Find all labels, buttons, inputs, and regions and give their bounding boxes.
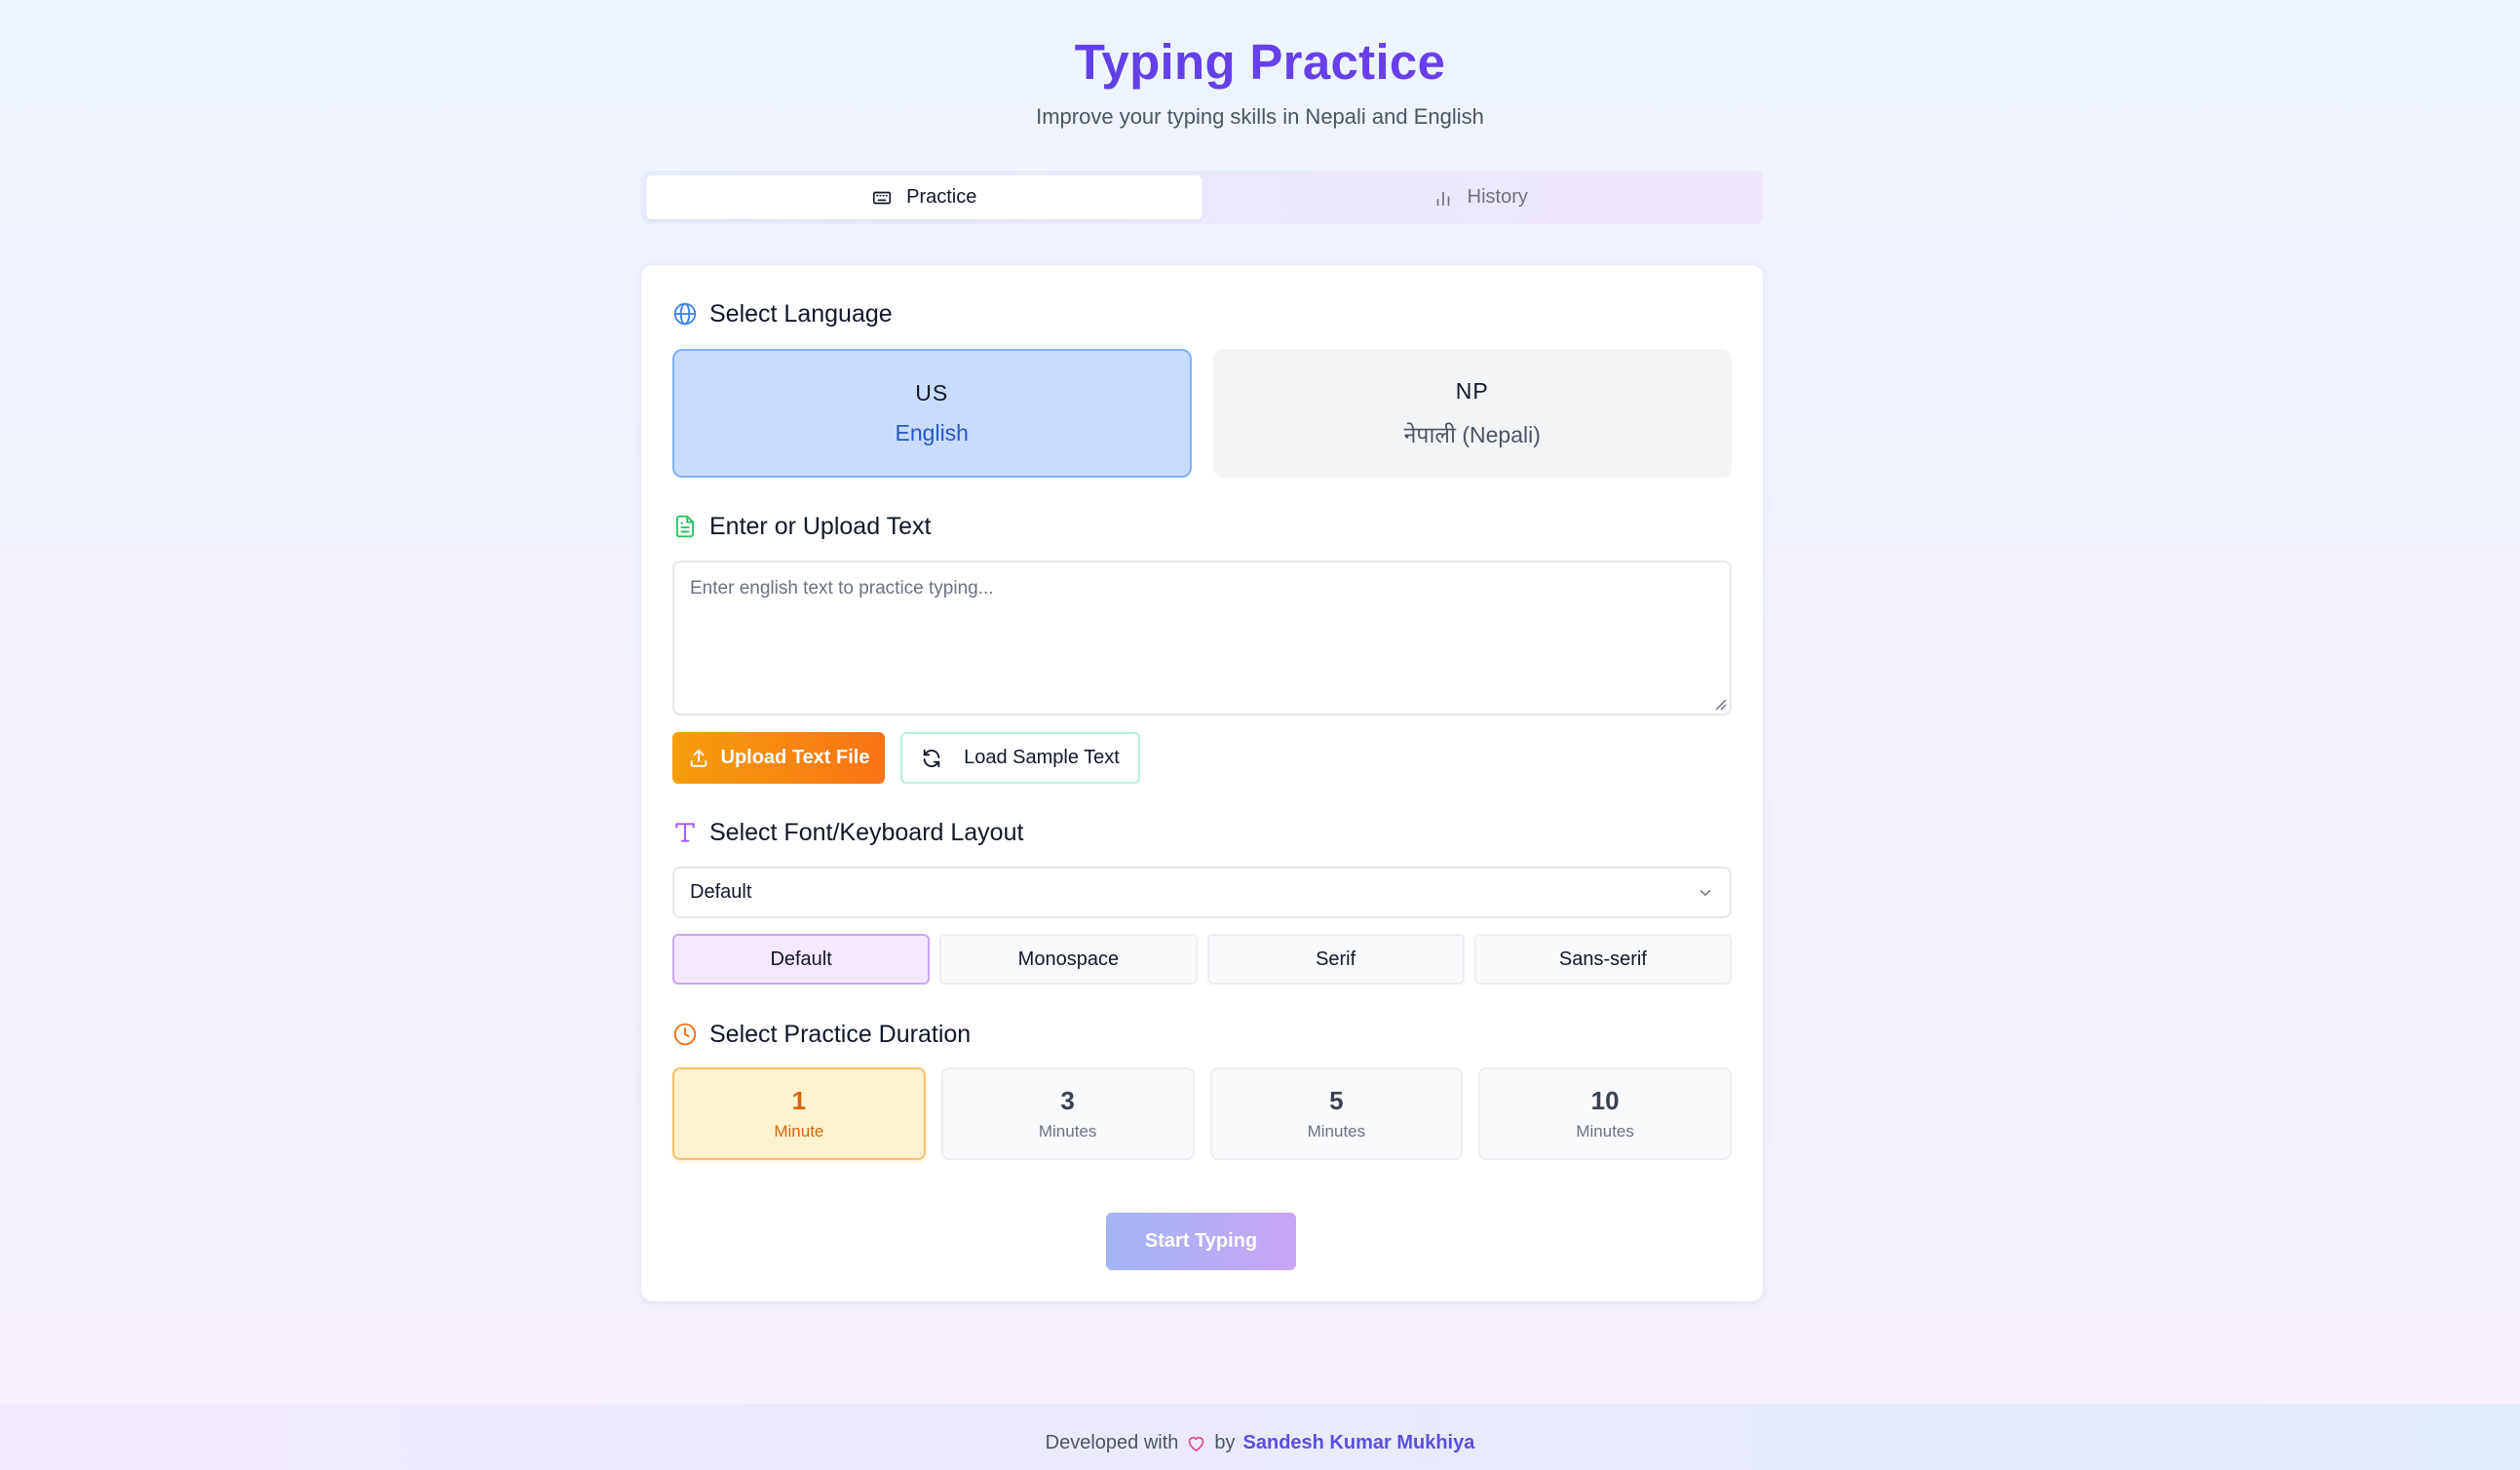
bar-chart-icon	[1436, 191, 1449, 206]
tab-history[interactable]: History	[1203, 175, 1759, 219]
font-option-sans-serif[interactable]: Sans-serif	[1473, 934, 1732, 985]
font-title-text: Select Font/Keyboard Layout	[709, 818, 1024, 846]
resize-grip-icon[interactable]	[1713, 697, 1727, 711]
duration-option-1[interactable]: 1 Minute	[672, 1067, 926, 1160]
globe-icon	[673, 302, 697, 326]
language-code: US	[915, 380, 949, 406]
footer: Developed with by Sandesh Kumar Mukhiya	[0, 1404, 2520, 1470]
language-title-text: Select Language	[709, 299, 893, 328]
page-title: Typing Practice	[0, 33, 2520, 92]
practice-card: Select Language US English NP नेपाली (Ne…	[641, 265, 1763, 1301]
tab-history-label: History	[1467, 186, 1528, 208]
font-option-monospace[interactable]: Monospace	[939, 934, 1198, 985]
footer-prefix: Developed with	[1045, 1431, 1179, 1453]
refresh-icon	[923, 749, 940, 767]
language-code: NP	[1455, 377, 1489, 404]
font-option-default[interactable]: Default	[672, 934, 931, 985]
type-icon	[675, 823, 695, 842]
duration-unit: Minutes	[1038, 1122, 1097, 1141]
duration-option-3[interactable]: 3 Minutes	[940, 1067, 1195, 1160]
upload-text-file-button[interactable]: Upload Text File	[672, 732, 885, 784]
duration-value: 3	[1060, 1086, 1075, 1115]
page-subtitle: Improve your typing skills in Nepali and…	[1036, 104, 1484, 129]
duration-unit: Minute	[774, 1122, 824, 1141]
duration-unit: Minutes	[1307, 1122, 1366, 1141]
font-option-serif[interactable]: Serif	[1206, 934, 1465, 985]
page-header: Typing Practice Improve your typing skil…	[0, 33, 2520, 131]
tab-bar: Practice History	[641, 171, 1763, 224]
font-options: Default Monospace Serif Sans-serif	[672, 934, 1732, 985]
clock-icon	[673, 1023, 697, 1046]
font-section-title: Select Font/Keyboard Layout	[672, 817, 1023, 848]
heart-icon	[1189, 1436, 1204, 1451]
duration-value: 1	[791, 1086, 807, 1115]
upload-button-label: Upload Text File	[720, 747, 870, 768]
language-name: English	[895, 420, 969, 445]
duration-title-text: Select Practice Duration	[709, 1020, 972, 1048]
tab-practice[interactable]: Practice	[646, 175, 1203, 219]
language-option-english[interactable]: US English	[672, 349, 1192, 478]
document-icon	[675, 515, 695, 538]
font-select-value: Default	[690, 881, 752, 903]
duration-section-title: Select Practice Duration	[672, 1019, 971, 1050]
duration-value: 10	[1590, 1086, 1620, 1115]
duration-options: 1 Minute 3 Minutes 5 Minutes 10 Minutes	[672, 1067, 1732, 1160]
duration-unit: Minutes	[1576, 1122, 1634, 1141]
upload-icon	[690, 749, 706, 767]
chevron-down-icon	[1699, 889, 1711, 896]
duration-value: 5	[1329, 1086, 1344, 1115]
text-actions: Upload Text File Load Sample Text	[672, 732, 1140, 784]
footer-by: by	[1214, 1431, 1236, 1453]
text-section-title: Enter or Upload Text	[672, 511, 931, 542]
sample-button-label: Load Sample Text	[964, 747, 1120, 768]
footer-author-link[interactable]: Sandesh Kumar Mukhiya	[1243, 1432, 1475, 1454]
duration-option-10[interactable]: 10 Minutes	[1478, 1067, 1732, 1160]
tab-practice-label: Practice	[906, 186, 977, 208]
keyboard-icon	[873, 191, 892, 204]
text-title-text: Enter or Upload Text	[709, 512, 932, 540]
load-sample-text-button[interactable]: Load Sample Text	[900, 732, 1140, 784]
language-name: नेपाली (Nepali)	[1403, 421, 1541, 447]
practice-text-input[interactable]	[672, 561, 1732, 716]
language-options: US English NP नेपाली (Nepali)	[672, 349, 1732, 478]
font-layout-select[interactable]: Default	[672, 867, 1732, 918]
language-option-nepali[interactable]: NP नेपाली (Nepali)	[1212, 349, 1732, 478]
duration-option-5[interactable]: 5 Minutes	[1209, 1067, 1464, 1160]
language-section-title: Select Language	[672, 298, 893, 329]
start-typing-button[interactable]: Start Typing	[1106, 1213, 1296, 1270]
